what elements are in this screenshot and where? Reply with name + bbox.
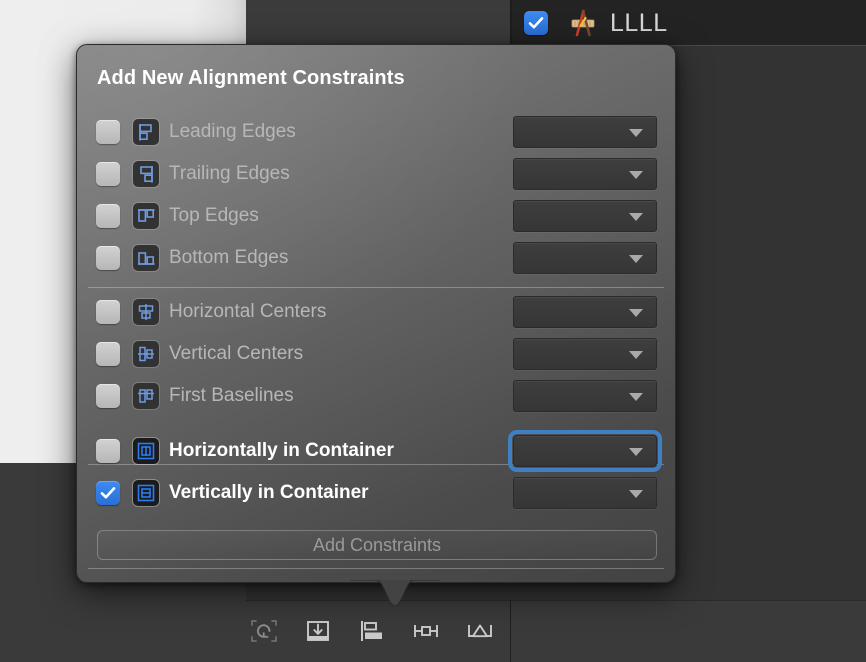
checkbox-first-baselines[interactable] [96, 384, 120, 408]
inspector-object-label: LLLL [610, 8, 668, 37]
chevron-down-icon [629, 129, 643, 137]
checkmark-icon [100, 487, 116, 499]
group-separator-3 [88, 568, 664, 569]
dropdown-first-baselines[interactable] [513, 380, 657, 412]
label-vertically-in-container: Vertically in Container [169, 482, 369, 503]
chevron-down-icon [629, 213, 643, 221]
chevron-down-icon [629, 351, 643, 359]
row-top-edges[interactable]: Top Edges [77, 195, 675, 237]
dropdown-horizontally-in-container[interactable] [508, 430, 662, 472]
row-horizontal-centers[interactable]: Horizontal Centers [77, 291, 675, 333]
chevron-down-icon [629, 393, 643, 401]
chevron-down-icon [629, 255, 643, 263]
align-bottom-edges-icon [133, 245, 159, 271]
dropdown-top-edges[interactable] [513, 200, 657, 232]
align-trailing-edges-icon [133, 161, 159, 187]
center-vertically-in-container-icon [133, 480, 159, 506]
row-bottom-edges[interactable]: Bottom Edges [77, 237, 675, 279]
dropdown-leading-edges[interactable] [513, 116, 657, 148]
add-new-constraints-icon[interactable] [412, 618, 440, 644]
dropdown-horizontal-centers[interactable] [513, 296, 657, 328]
autolayout-toolbar [250, 618, 494, 644]
embed-in-stack-icon[interactable] [304, 618, 332, 644]
align-first-baselines-icon [133, 383, 159, 409]
row-vertical-centers[interactable]: Vertical Centers [77, 333, 675, 375]
dropdown-bottom-edges[interactable] [513, 242, 657, 274]
chevron-down-icon [629, 309, 643, 317]
checkbox-horizontally-in-container[interactable] [96, 439, 120, 463]
align-top-edges-icon [133, 203, 159, 229]
chevron-down-icon [629, 490, 643, 498]
label-horizontally-in-container: Horizontally in Container [169, 440, 394, 461]
inspector-checkbox[interactable] [524, 11, 548, 35]
label-vertical-centers: Vertical Centers [169, 343, 304, 364]
checkmark-icon [528, 17, 544, 29]
row-trailing-edges[interactable]: Trailing Edges [77, 153, 675, 195]
label-horizontal-centers: Horizontal Centers [169, 301, 327, 322]
dropdown-trailing-edges[interactable] [513, 158, 657, 190]
align-icon[interactable] [358, 618, 386, 644]
chevron-down-icon [629, 448, 643, 456]
checkbox-leading-edges[interactable] [96, 120, 120, 144]
row-first-baselines[interactable]: First Baselines [77, 375, 675, 417]
label-trailing-edges: Trailing Edges [169, 163, 290, 184]
row-vertically-in-container[interactable]: Vertically in Container [77, 472, 675, 514]
align-horizontal-centers-icon [133, 299, 159, 325]
add-constraints-button[interactable]: Add Constraints [97, 530, 657, 560]
group-separator-1 [88, 287, 664, 288]
add-alignment-constraints-popover: Add New Alignment Constraints Leading Ed… [76, 44, 676, 607]
editor-toolbar-strip [246, 0, 512, 46]
popover-title: Add New Alignment Constraints [97, 67, 405, 89]
checkbox-horizontal-centers[interactable] [96, 300, 120, 324]
checkbox-vertically-in-container[interactable] [96, 481, 120, 505]
dropdown-vertically-in-container[interactable] [513, 477, 657, 509]
update-frames-icon[interactable] [250, 618, 278, 644]
screen: LLLL Add New Alignment Constraints Leadi… [0, 0, 866, 662]
label-bottom-edges: Bottom Edges [169, 247, 289, 268]
align-vertical-centers-icon [133, 341, 159, 367]
resolve-auto-layout-issues-icon[interactable] [466, 618, 494, 644]
label-top-edges: Top Edges [169, 205, 259, 226]
dropdown-vertical-centers[interactable] [513, 338, 657, 370]
alignment-rows: Leading Edges Trailing Edges Top Edges B… [77, 111, 675, 569]
label-leading-edges: Leading Edges [169, 121, 296, 142]
align-leading-edges-icon [133, 119, 159, 145]
chevron-down-icon [629, 171, 643, 179]
checkbox-bottom-edges[interactable] [96, 246, 120, 270]
checkbox-top-edges[interactable] [96, 204, 120, 228]
label-first-baselines: First Baselines [169, 385, 294, 406]
row-leading-edges[interactable]: Leading Edges [77, 111, 675, 153]
center-horizontally-in-container-icon [133, 438, 159, 464]
inspector-object-row[interactable]: LLLL [512, 0, 866, 46]
xcode-icon [566, 6, 600, 40]
row-horizontally-in-container[interactable]: Horizontally in Container [77, 430, 675, 472]
checkbox-trailing-edges[interactable] [96, 162, 120, 186]
bottom-bar-divider [510, 600, 511, 662]
checkbox-vertical-centers[interactable] [96, 342, 120, 366]
